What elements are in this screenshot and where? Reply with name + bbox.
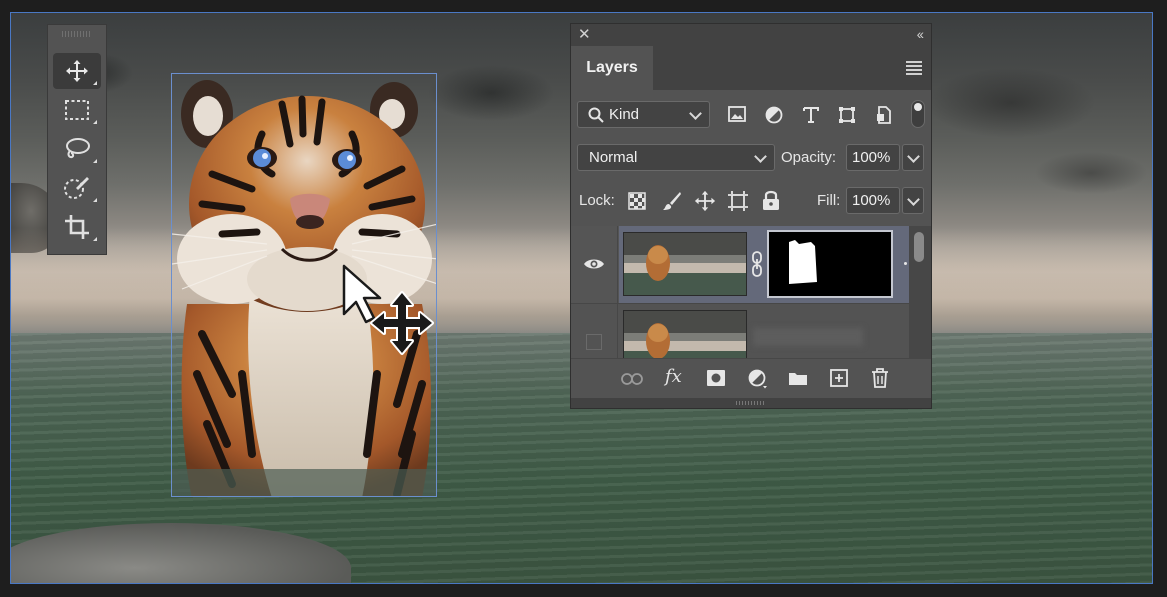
tiger-thumbnail-image [624,311,746,358]
panel-tab-bar: Layers [571,46,931,90]
tools-panel [47,24,107,255]
new-layer-icon[interactable] [830,369,848,387]
submenu-indicator [93,237,97,241]
link-icon[interactable] [621,373,643,385]
lock-all-icon[interactable] [762,189,780,211]
move-cursor-icon [342,264,434,355]
filter-kind-label: Kind [609,106,640,123]
shape-icon[interactable] [838,106,856,124]
submenu-indicator [93,120,97,124]
tiger-thumbnail-image [624,233,746,295]
layers-panel: ✕ ‹‹ Layers Kind Normal Opacity: 100% Lo… [570,23,932,409]
eye-icon[interactable] [583,257,605,271]
image-icon[interactable] [728,106,746,122]
blend-mode-dropdown[interactable]: Normal [577,144,775,171]
close-icon[interactable]: ✕ [578,26,591,44]
opacity-input[interactable]: 100% [846,144,900,171]
mask-shape-image [769,232,891,296]
mask-link-icon[interactable] [751,250,763,278]
layer-thumbnail[interactable] [623,232,747,296]
chevron-down-icon [907,193,920,206]
layer-name-blurred [753,328,863,346]
layer-row-background[interactable] [571,303,909,358]
panel-resize-grip[interactable] [571,398,931,408]
lock-label: Lock: [579,192,615,209]
fill-slider-button[interactable] [902,187,924,214]
lasso-icon [66,138,90,159]
adjustment-layer-icon[interactable] [748,369,768,389]
lock-artboard-icon[interactable] [727,190,749,212]
submenu-indicator [93,198,97,202]
marquee-tool-button[interactable] [53,92,101,128]
smart-object-icon[interactable] [875,106,893,124]
chevron-down-icon [754,150,767,163]
lock-transparent-pixels-icon[interactable] [628,192,646,210]
type-icon[interactable] [802,106,820,124]
adjustment-icon[interactable] [765,106,783,124]
visibility-column [571,304,618,358]
quick-selection-tool-button[interactable] [53,170,101,206]
filter-kind-dropdown[interactable]: Kind [577,101,710,128]
panel-menu-icon[interactable] [906,61,922,77]
collapse-panel-icon[interactable]: ‹‹ [917,25,924,43]
rectangular-marquee-icon [65,100,89,120]
opacity-slider-button[interactable] [902,144,924,171]
opacity-value: 100% [852,149,891,166]
filter-toggle-switch[interactable] [911,100,925,128]
layer-thumbnail[interactable] [623,310,747,358]
submenu-indicator [93,81,97,85]
chevron-down-icon [689,107,702,120]
lock-image-pixels-icon[interactable] [662,191,682,211]
mask-icon[interactable] [707,370,725,386]
layer-row-masked-tiger[interactable] [571,226,909,303]
tools-panel-grip[interactable] [62,31,92,37]
fill-input[interactable]: 100% [846,187,900,214]
panel-title-bar[interactable]: ✕ ‹‹ [571,24,931,46]
move-icon [66,60,88,82]
visibility-column [571,226,618,303]
scrollbar-thumb[interactable] [914,232,924,262]
move-tool-button[interactable] [53,53,101,89]
layer-list-scrollbar[interactable] [909,226,931,358]
opacity-label: Opacity: [781,149,837,166]
layer-list [571,226,909,358]
fx-icon[interactable]: fx [665,366,682,387]
submenu-indicator [93,159,97,163]
lasso-tool-button[interactable] [53,131,101,167]
chevron-down-icon [907,150,920,163]
tab-layers[interactable]: Layers [571,46,653,90]
crop-tool-button[interactable] [53,209,101,245]
fill-label: Fill: [817,192,841,209]
more-indicator [904,262,907,265]
blend-mode-value: Normal [589,149,638,166]
layer-mask-thumbnail[interactable] [767,230,893,298]
trash-icon[interactable] [871,368,889,388]
fill-value: 100% [852,192,891,209]
quick-selection-brush-icon [64,177,89,199]
group-folder-icon[interactable] [788,370,808,386]
layers-panel-footer: fx [571,358,931,399]
crop-icon [65,215,89,239]
visibility-toggle-off[interactable] [586,334,602,350]
lock-position-icon[interactable] [694,190,716,212]
search-icon [588,107,604,123]
